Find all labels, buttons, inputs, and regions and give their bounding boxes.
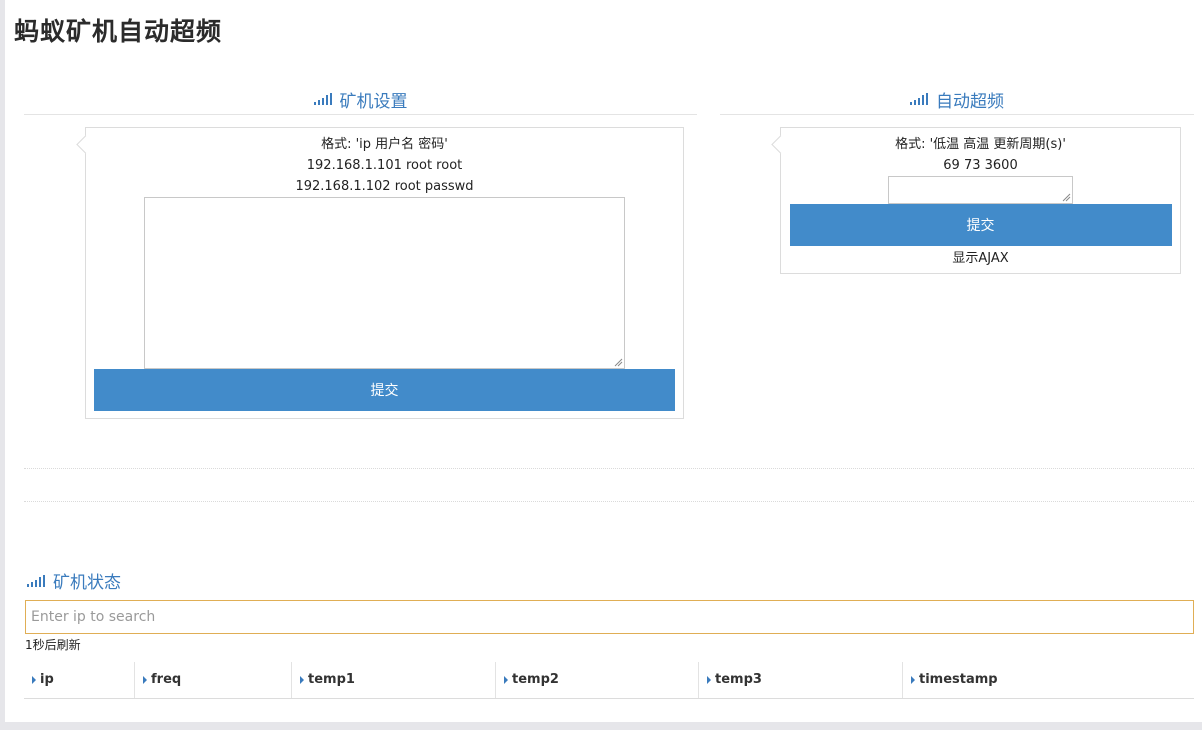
miner-list-textarea[interactable] <box>144 197 625 369</box>
status-table-header: ip freq temp1 temp2 temp3 timestamp <box>24 662 1194 699</box>
ip-search-input[interactable] <box>25 600 1194 634</box>
auto-overclock-submit-button[interactable]: 提交 <box>789 204 1172 246</box>
miner-status-header: 矿机状态 <box>27 568 121 593</box>
auto-overclock-title: 自动超频 <box>936 91 1004 112</box>
page: 蚂蚁矿机自动超频 矿机设置 格式: 'ip 用户名 密码' 192.168.1.… <box>5 0 1202 722</box>
caret-right-icon <box>504 676 508 684</box>
page-title: 蚂蚁矿机自动超频 <box>14 17 223 46</box>
column-label: timestamp <box>919 672 998 687</box>
column-label: temp3 <box>715 672 762 687</box>
caret-right-icon <box>707 676 711 684</box>
auto-overclock-header: 自动超频 <box>720 84 1194 115</box>
overclock-format-label: 格式: '低温 高温 更新周期(s)' <box>895 137 1066 152</box>
auto-overclock-panel: 格式: '低温 高温 更新周期(s)' 69 73 3600 提交 显示AJAX <box>771 127 1181 274</box>
format-label: 格式: 'ip 用户名 密码' <box>321 137 448 152</box>
caret-right-icon <box>300 676 304 684</box>
resize-grip-icon[interactable] <box>614 358 623 367</box>
example-line-2: 192.168.1.102 root passwd <box>295 179 474 194</box>
resize-grip-icon[interactable] <box>1062 193 1071 202</box>
column-label: freq <box>151 672 182 687</box>
overclock-params-textarea[interactable] <box>888 176 1073 204</box>
signal-bars-icon <box>313 93 332 105</box>
miner-settings-title: 矿机设置 <box>339 91 408 112</box>
refresh-countdown: 1秒后刷新 <box>25 638 81 652</box>
divider <box>24 501 1194 502</box>
miner-settings-header: 矿机设置 <box>24 84 697 115</box>
signal-bars-icon <box>910 93 928 105</box>
caret-right-icon <box>32 676 36 684</box>
column-label: ip <box>40 672 54 687</box>
caret-right-icon <box>911 676 915 684</box>
column-header-freq[interactable]: freq <box>134 662 291 698</box>
miner-status-title: 矿机状态 <box>53 573 121 593</box>
column-header-temp3[interactable]: temp3 <box>698 662 902 698</box>
caret-right-icon <box>143 676 147 684</box>
overclock-example: 69 73 3600 <box>943 158 1018 173</box>
column-header-temp2[interactable]: temp2 <box>495 662 698 698</box>
miner-settings-submit-button[interactable]: 提交 <box>94 369 675 411</box>
show-ajax-label: 显示AJAX <box>952 251 1009 266</box>
miner-settings-panel: 格式: 'ip 用户名 密码' 192.168.1.101 root root … <box>76 127 684 419</box>
column-header-ip[interactable]: ip <box>24 662 134 698</box>
column-label: temp1 <box>308 672 355 687</box>
column-label: temp2 <box>512 672 559 687</box>
signal-bars-icon <box>27 574 45 587</box>
column-header-timestamp[interactable]: timestamp <box>902 662 1194 698</box>
column-header-temp1[interactable]: temp1 <box>291 662 495 698</box>
example-line-1: 192.168.1.101 root root <box>306 158 463 173</box>
divider <box>24 468 1194 469</box>
